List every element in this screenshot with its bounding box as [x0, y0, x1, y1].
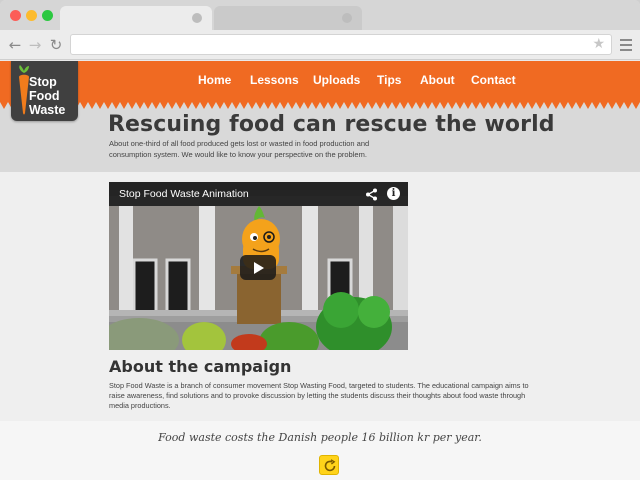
logo-text-food: Food — [29, 89, 60, 103]
tab-close-icon[interactable] — [192, 13, 202, 23]
nav-tips[interactable]: Tips — [377, 73, 401, 87]
nav-home[interactable]: Home — [198, 73, 231, 87]
video-title[interactable]: Stop Food Waste Animation — [119, 188, 249, 200]
nav-uploads[interactable]: Uploads — [313, 73, 360, 87]
play-button[interactable] — [240, 255, 276, 280]
forward-arrow-icon[interactable]: → — [26, 36, 44, 54]
refresh-icon — [324, 459, 336, 472]
browser-menu-icon[interactable] — [620, 39, 632, 54]
share-icon[interactable] — [365, 188, 378, 201]
browser-tab-active[interactable] — [60, 6, 212, 30]
browser-toolbar: ← → ↻ ★ — [0, 30, 640, 60]
header-zigzag-edge — [0, 102, 640, 109]
back-arrow-icon[interactable]: ← — [6, 36, 24, 54]
nav-about[interactable]: About — [420, 73, 455, 87]
minimize-window-button[interactable] — [26, 10, 37, 21]
video-player[interactable]: Stop Food Waste Animation i — [109, 182, 408, 350]
logo-text-stop: Stop — [29, 75, 57, 89]
nav-contact[interactable]: Contact — [471, 73, 516, 87]
address-bar[interactable]: ★ — [70, 34, 612, 55]
browser-tab-inactive[interactable] — [214, 6, 362, 30]
tab-close-icon[interactable] — [342, 13, 352, 23]
reload-icon[interactable]: ↻ — [47, 36, 65, 54]
about-text: Stop Food Waste is a branch of consumer … — [109, 381, 529, 410]
video-title-bar: Stop Food Waste Animation i — [109, 182, 408, 206]
nav-lessons[interactable]: Lessons — [250, 73, 299, 87]
logo-text-waste: Waste — [29, 103, 66, 117]
about-title: About the campaign — [109, 357, 292, 376]
bookmark-star-icon[interactable]: ★ — [592, 36, 605, 52]
web-page: Stop Food Waste Home Lessons Uploads Tip… — [0, 61, 640, 480]
site-logo[interactable]: Stop Food Waste — [11, 61, 78, 121]
info-icon[interactable]: i — [387, 187, 400, 200]
browser-titlebar — [0, 0, 640, 30]
hero-description: About one-third of all food produced get… — [109, 139, 370, 159]
hero-title: Rescuing food can rescue the world — [108, 112, 555, 137]
browser-window: ← → ↻ ★ Stop Food Waste Home Lessons Upl — [0, 0, 640, 480]
close-window-button[interactable] — [10, 10, 21, 21]
maximize-window-button[interactable] — [42, 10, 53, 21]
refresh-quote-button[interactable] — [319, 455, 339, 475]
quote-text: Food waste costs the Danish people 16 bi… — [158, 431, 482, 444]
